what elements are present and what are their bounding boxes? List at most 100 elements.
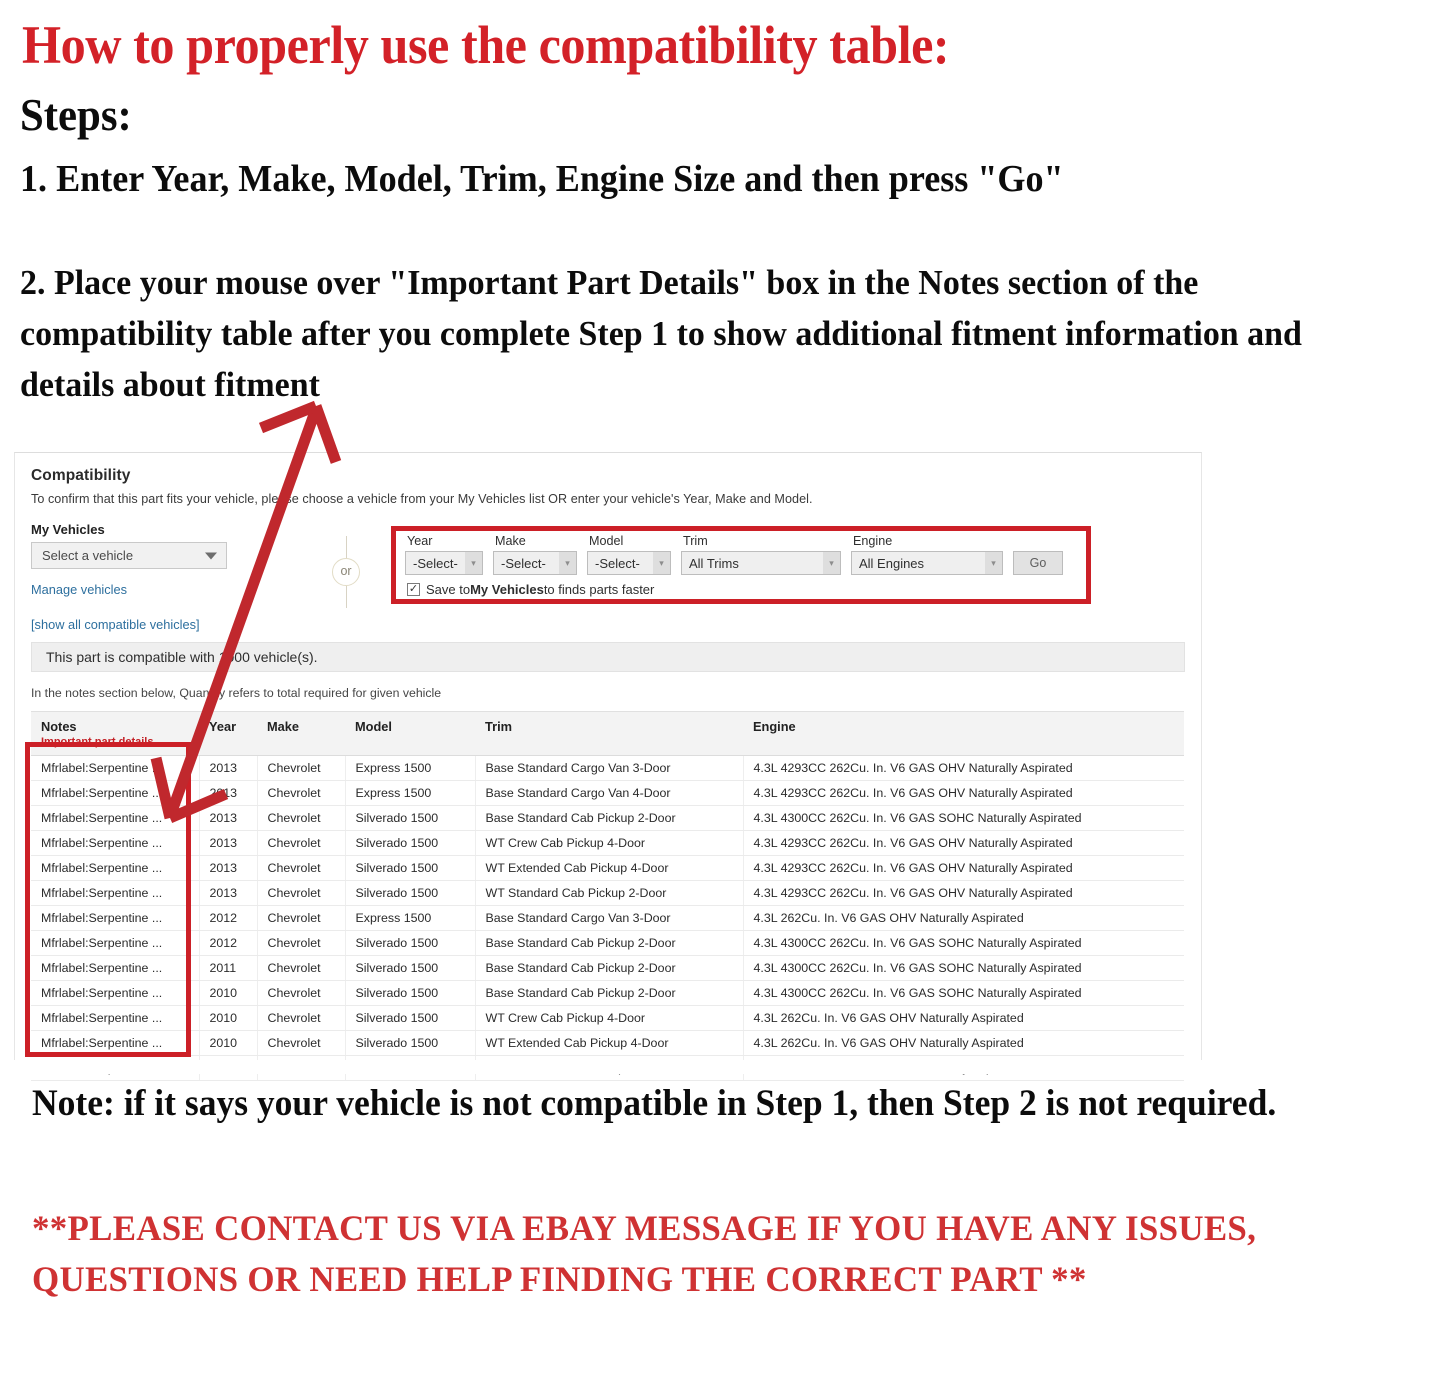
col-header-year: Year: [199, 711, 257, 756]
cell-make: Chevrolet: [257, 905, 346, 931]
trim-select[interactable]: All Trims ▾: [681, 551, 841, 575]
steps-label: Steps:: [20, 89, 132, 140]
cell-notes: Mfrlabel:Serpentine ...: [31, 1030, 200, 1056]
cell-notes: Mfrlabel:Serpentine ...: [31, 955, 200, 981]
cell-trim: WT Standard Cab Pickup 2-Door: [475, 880, 744, 906]
table-row[interactable]: Mfrlabel:Serpentine ... 2012 Chevrolet Silv…: [31, 930, 1184, 956]
important-part-details-label: Important part details: [41, 736, 154, 748]
engine-field-group: Engine All Engines ▾: [851, 534, 1003, 575]
cell-engine: 4.3L 4293CC 262Cu. In. V6 GAS OHV Natura…: [743, 780, 1184, 806]
cell-trim: WT Extended Cab Pickup 4-Door: [475, 1030, 744, 1056]
instruction-graphic: How to properly use the compatibility ta…: [0, 0, 1445, 1393]
cell-notes: Mfrlabel:Serpentine ...: [31, 880, 200, 906]
cell-trim: Base Standard Cab Pickup 2-Door: [475, 930, 744, 956]
cell-engine: 4.3L 4293CC 262Cu. In. V6 GAS OHV Natura…: [743, 855, 1184, 881]
compatibility-table-body: Mfrlabel:Serpentine ... 2013 Chevrolet Expr…: [31, 755, 1184, 1081]
table-row[interactable]: Mfrlabel:Serpentine ... 2013 Chevrolet Silv…: [31, 880, 1184, 906]
chevron-down-icon: ▾: [823, 552, 840, 574]
cell-model: Silverado 1500: [345, 955, 476, 981]
chevron-down-icon: ▾: [653, 552, 670, 574]
model-field-group: Model -Select- ▾: [587, 534, 671, 575]
my-vehicles-select[interactable]: Select a vehicle: [31, 542, 227, 569]
cell-model: Silverado 1500: [345, 980, 476, 1006]
cell-year: 2012: [199, 930, 258, 956]
cell-trim: WT Crew Cab Pickup 4-Door: [475, 830, 744, 856]
go-button[interactable]: Go: [1013, 551, 1063, 575]
save-to-my-vehicles-row[interactable]: ✓ Save to My Vehicles to finds parts fas…: [407, 582, 654, 597]
cell-year: 2010: [199, 1005, 258, 1031]
cell-engine: 4.3L 4300CC 262Cu. In. V6 GAS SOHC Natur…: [743, 955, 1184, 981]
cell-model: Silverado 1500: [345, 830, 476, 856]
cell-engine: 4.3L 262Cu. In. V6 GAS OHV Naturally Asp…: [743, 905, 1184, 931]
cell-trim: WT Extended Cab Pickup 4-Door: [475, 855, 744, 881]
trim-field-group: Trim All Trims ▾: [681, 534, 841, 575]
notes-quantity-hint: In the notes section below, Quantity ref…: [31, 686, 442, 700]
cell-make: Chevrolet: [257, 980, 346, 1006]
engine-select[interactable]: All Engines ▾: [851, 551, 1003, 575]
trim-label: Trim: [683, 534, 708, 548]
cell-model: Silverado 1500: [345, 1005, 476, 1031]
table-row[interactable]: Mfrlabel:Serpentine ... 2013 Chevrolet Expr…: [31, 780, 1184, 806]
table-row[interactable]: Mfrlabel:Serpentine ... 2011 Chevrolet Silv…: [31, 955, 1184, 981]
cell-trim: Base Standard Cargo Van 3-Door: [475, 905, 744, 931]
table-row[interactable]: Mfrlabel:Serpentine ... 2012 Chevrolet Expr…: [31, 905, 1184, 931]
cell-year: 2013: [199, 755, 258, 781]
cell-make: Chevrolet: [257, 855, 346, 881]
year-select[interactable]: -Select- ▾: [405, 551, 483, 575]
cell-model: Express 1500: [345, 905, 476, 931]
my-vehicles-select-value: Select a vehicle: [42, 548, 134, 563]
or-divider: or: [323, 536, 369, 608]
year-field-group: Year -Select- ▾: [405, 534, 483, 575]
cell-notes: Mfrlabel:Serpentine ...: [31, 1005, 200, 1031]
cell-engine: 4.3L 4293CC 262Cu. In. V6 GAS OHV Natura…: [743, 880, 1184, 906]
table-row[interactable]: Mfrlabel:Serpentine ... 2013 Chevrolet Silv…: [31, 805, 1184, 831]
save-text-before: Save to: [426, 582, 471, 597]
cell-notes: Mfrlabel:Serpentine ...: [31, 930, 200, 956]
col-header-notes-label: Notes: [41, 719, 77, 734]
compatibility-heading: Compatibility: [31, 467, 131, 484]
cell-year: 2013: [199, 830, 258, 856]
cell-make: Chevrolet: [257, 805, 346, 831]
table-row[interactable]: Mfrlabel:Serpentine ... 2013 Chevrolet Silv…: [31, 830, 1184, 856]
table-row[interactable]: Mfrlabel:Serpentine ...2010ChevroletSilv…: [31, 980, 1184, 1006]
cell-trim: Base Standard Cab Pickup 2-Door: [475, 980, 744, 1006]
cell-make: Chevrolet: [257, 880, 346, 906]
table-row[interactable]: Mfrlabel:Serpentine ... 2013 Chevrolet Expr…: [31, 755, 1184, 781]
cell-model: Express 1500: [345, 780, 476, 806]
cell-trim: Base Standard Cargo Van 4-Door: [475, 780, 744, 806]
model-label: Model: [589, 534, 624, 548]
cell-model: Silverado 1500: [345, 930, 476, 956]
cell-year: 2011: [199, 955, 258, 981]
cell-model: Silverado 1500: [345, 855, 476, 881]
save-text-bold: My Vehicles: [470, 582, 544, 597]
cell-make: Chevrolet: [257, 755, 346, 781]
cell-model: Silverado 1500: [345, 1030, 476, 1056]
cell-engine: 4.3L 4293CC 262Cu. In. V6 GAS OHV Natura…: [743, 830, 1184, 856]
col-header-make: Make: [257, 711, 345, 756]
engine-label: Engine: [853, 534, 893, 548]
or-divider-line-top: [345, 536, 347, 558]
make-select[interactable]: -Select- ▾: [493, 551, 577, 575]
cell-make: Chevrolet: [257, 955, 346, 981]
table-row[interactable]: Mfrlabel:Serpentine ...2010ChevroletSilv…: [31, 1030, 1184, 1056]
cell-year: 2010: [199, 980, 258, 1006]
cell-engine: 4.3L 4293CC 262Cu. In. V6 GAS OHV Natura…: [743, 755, 1184, 781]
cell-make: Chevrolet: [257, 1030, 346, 1056]
save-checkbox[interactable]: ✓: [407, 583, 420, 596]
cell-year: 2013: [199, 805, 258, 831]
page-title: How to properly use the compatibility ta…: [22, 15, 950, 75]
compatibility-panel: Compatibility To confirm that this part …: [14, 452, 1202, 1081]
model-select-value: -Select-: [595, 555, 640, 571]
cell-model: Express 1500: [345, 755, 476, 781]
show-all-vehicles-link[interactable]: [show all compatible vehicles]: [31, 617, 1185, 632]
table-row[interactable]: Mfrlabel:Serpentine ...2010ChevroletSilv…: [31, 1005, 1184, 1031]
model-select[interactable]: -Select- ▾: [587, 551, 671, 575]
col-header-trim: Trim: [475, 711, 743, 756]
cell-model: Silverado 1500: [345, 880, 476, 906]
cell-year: 2012: [199, 905, 258, 931]
contact-us-notice: **PLEASE CONTACT US VIA EBAY MESSAGE IF …: [32, 1208, 1257, 1300]
year-label: Year: [407, 534, 433, 548]
table-row[interactable]: Mfrlabel:Serpentine ... 2013 Chevrolet Silv…: [31, 855, 1184, 881]
chevron-down-icon: ▾: [985, 552, 1002, 574]
cell-trim: Base Standard Cab Pickup 2-Door: [475, 955, 744, 981]
